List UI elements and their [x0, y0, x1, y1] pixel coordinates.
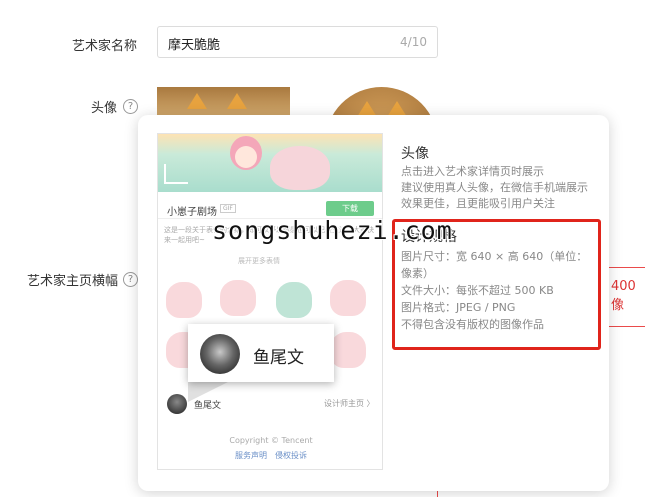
sticker-thumb [276, 282, 312, 318]
artist-name-value: 摩天脆脆 [168, 38, 221, 53]
preview-copyright: Copyright © Tencent [229, 436, 313, 445]
avatar-info-title: 头像 [401, 146, 429, 162]
preview-download-button: 下载 [326, 201, 374, 216]
spec-item: 文件大小：每张不超过 500 KB [401, 284, 554, 297]
preview-corner-mark [164, 164, 188, 184]
preview-footer-links: 服务声明 侵权投诉 [235, 451, 307, 460]
banner-size-hint: 400 像 [611, 279, 636, 313]
spec-list: 图片尺寸：宽 640 × 高 640（单位：像素） 文件大小：每张不超过 500… [401, 248, 593, 333]
author-name: 鱼尾文 [253, 348, 304, 368]
sticker-thumb [330, 332, 366, 368]
help-icon[interactable]: ? [123, 272, 138, 287]
artist-name-label: 艺术家名称 [72, 39, 138, 54]
banner-label: 艺术家主页横幅 [27, 274, 119, 289]
preview-dinosaur-shape [270, 146, 330, 190]
page: 艺术家名称 摩天脆脆 4/10 头像 ? 艺术家主页横幅 ? 400 像 小崽子… [0, 0, 645, 497]
preview-pack-title: 小崽子剧场 [167, 207, 217, 218]
preview-more-link: 展开更多表情 [238, 257, 280, 265]
help-icon[interactable]: ? [123, 99, 138, 114]
author-avatar [200, 334, 240, 374]
sticker-thumb [330, 280, 366, 316]
callout-shadow [188, 380, 232, 402]
avatar-info-desc: 点击进入艺术家详情页时展示 建议使用真人头像，在微信手机端展示效果更佳，且更能吸… [401, 165, 588, 210]
avatar-label: 头像 [91, 101, 118, 116]
watermark-text: songshuhezi.com [212, 216, 453, 245]
sticker-thumb [220, 280, 256, 316]
cat-ear-shape [187, 93, 207, 109]
preview-gif-tag: GIF [220, 204, 236, 213]
spec-item: 图片格式：JPEG / PNG [401, 301, 516, 314]
author-callout: 鱼尾文 [188, 324, 334, 382]
phone-preview: 小崽子剧场 GIF 下载 这是一段关于表情的介绍，即可以抒发情感也可以记录生活，… [157, 133, 383, 470]
spec-item: 图片尺寸：宽 640 × 高 640（单位：像素） [401, 250, 588, 280]
artist-name-input[interactable]: 摩天脆脆 4/10 [157, 26, 438, 58]
spec-item: 不得包含没有版权的图像作品 [401, 318, 544, 331]
preview-author-avatar [167, 394, 187, 414]
char-counter: 4/10 [400, 35, 427, 49]
preview-author-link: 设计师主页 〉 [324, 399, 375, 408]
sticker-thumb [166, 282, 202, 318]
cat-ear-shape [227, 93, 247, 109]
preview-character-face [235, 146, 257, 168]
